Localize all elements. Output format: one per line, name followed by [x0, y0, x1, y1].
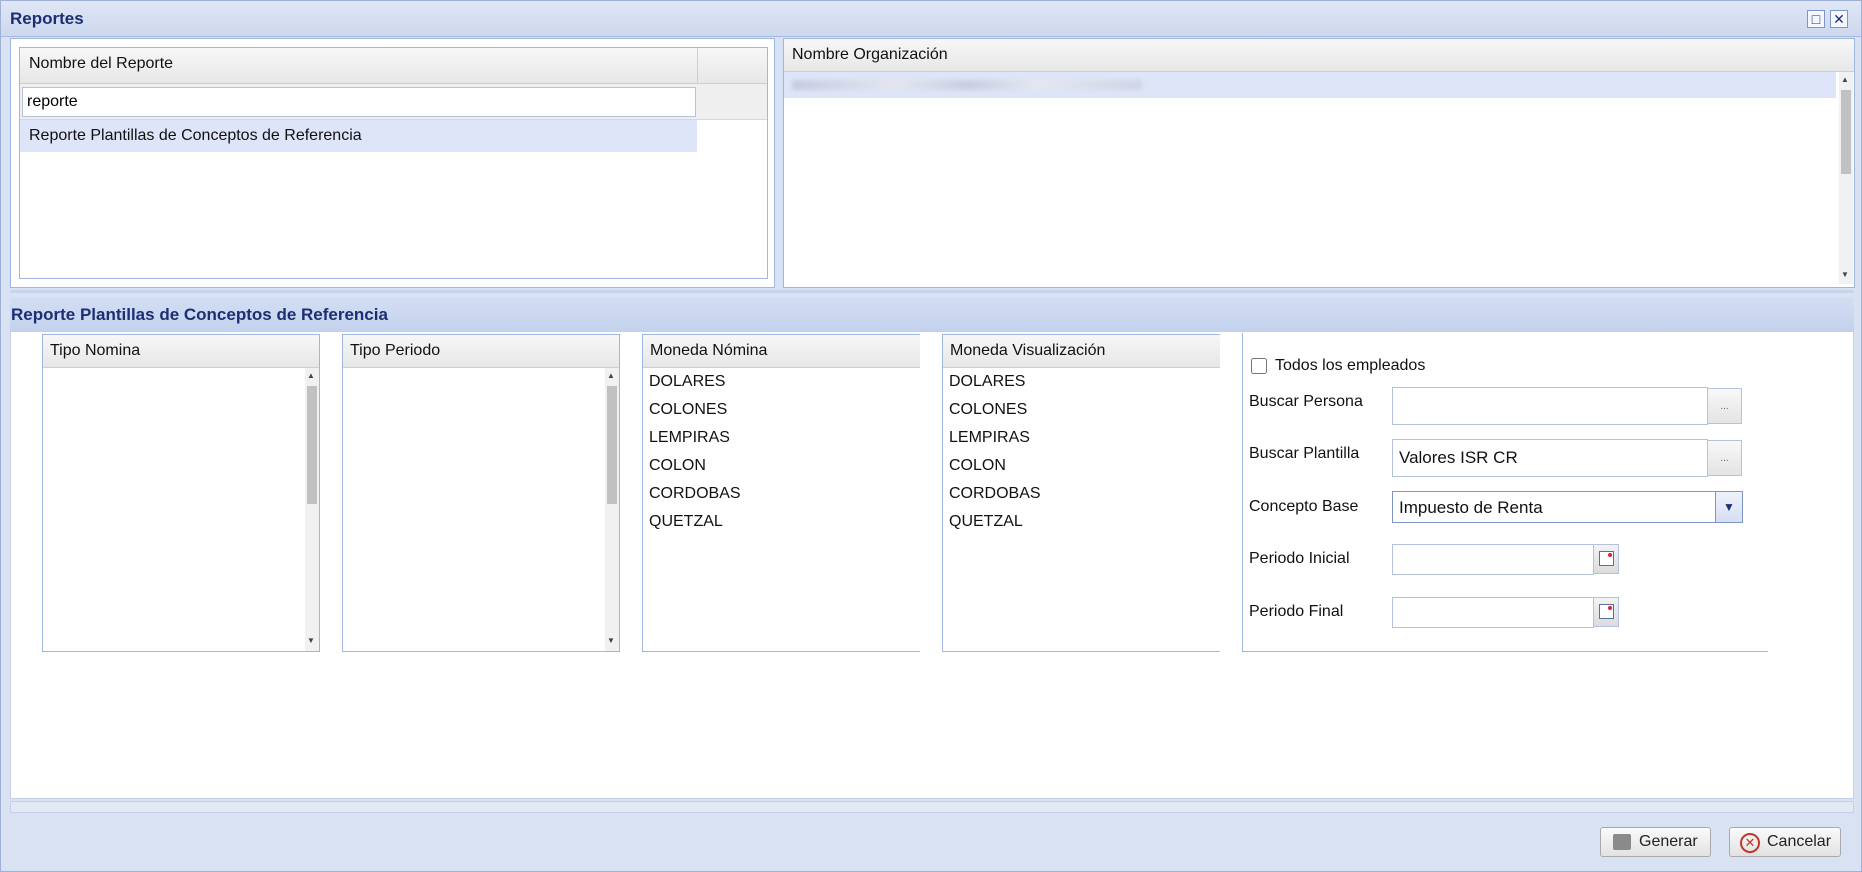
organizations-scrollbar[interactable]: ▲ ▼ — [1839, 72, 1853, 284]
maximize-icon[interactable]: □ — [1807, 10, 1825, 28]
periodo-final-input[interactable] — [1392, 597, 1594, 628]
list-item[interactable]: LEMPIRAS — [649, 429, 730, 447]
report-name-cell: Reporte Plantillas de Conceptos de Refer… — [29, 127, 362, 144]
list-item[interactable]: COLONES — [949, 401, 1027, 419]
organizations-column-header[interactable]: Nombre Organización — [784, 39, 1854, 72]
list-item[interactable]: LEMPIRAS — [949, 429, 1030, 447]
printer-icon — [1613, 834, 1631, 850]
list-item[interactable]: DOLARES — [649, 373, 725, 391]
generar-button[interactable]: Generar — [1600, 827, 1711, 857]
tipo-nomina-scrollbar[interactable]: ▲ ▼ — [305, 368, 319, 651]
tipo-periodo-list[interactable]: Tipo Periodo ▲ ▼ — [342, 334, 620, 652]
moneda-nomina-header: Moneda Nómina — [643, 335, 920, 368]
buscar-plantilla-input[interactable]: Valores ISR CR — [1392, 439, 1708, 477]
reports-grid: Nombre del Reporte Reporte Plantillas de… — [19, 47, 768, 279]
scroll-down-icon[interactable]: ▼ — [607, 636, 615, 645]
tipo-nomina-header: Tipo Nomina — [43, 335, 319, 368]
reports-panel: Nombre del Reporte Reporte Plantillas de… — [10, 38, 775, 288]
scroll-down-icon[interactable]: ▼ — [1841, 270, 1849, 279]
list-item[interactable]: DOLARES — [949, 373, 1025, 391]
redacted-organization-name — [792, 80, 1142, 90]
buscar-persona-label: Buscar Persona — [1249, 393, 1363, 410]
scrollbar-thumb[interactable] — [1841, 90, 1851, 174]
concepto-base-value: Impuesto de Renta — [1399, 498, 1543, 517]
buscar-plantilla-label: Buscar Plantilla — [1249, 445, 1360, 462]
scroll-up-icon[interactable]: ▲ — [607, 371, 615, 380]
buscar-plantilla-button[interactable]: ... — [1707, 440, 1742, 476]
table-row[interactable]: Reporte Plantillas de Conceptos de Refer… — [20, 120, 697, 152]
list-item[interactable]: COLONES — [649, 401, 727, 419]
moneda-visualizacion-list: Moneda Visualización DOLARES COLONES LEM… — [942, 334, 1220, 652]
tipo-nomina-list[interactable]: Tipo Nomina ▲ ▼ — [42, 334, 320, 652]
reports-filter-input[interactable] — [22, 87, 696, 117]
scrollbar-thumb[interactable] — [307, 386, 317, 504]
periodo-final-label: Periodo Final — [1249, 603, 1344, 620]
moneda-nomina-header-label: Moneda Nómina — [650, 342, 768, 359]
periodo-inicial-label: Periodo Inicial — [1249, 550, 1350, 567]
moneda-visualizacion-header: Moneda Visualización — [943, 335, 1220, 368]
calendar-icon — [1599, 551, 1614, 566]
bottom-scrollbar[interactable] — [10, 801, 1854, 813]
moneda-visualizacion-header-label: Moneda Visualización — [950, 342, 1106, 359]
list-item[interactable]: COLON — [649, 457, 706, 475]
reports-filter-row — [20, 84, 767, 120]
scroll-up-icon[interactable]: ▲ — [1841, 75, 1849, 84]
section-header: Reporte Plantillas de Conceptos de Refer… — [10, 297, 1854, 331]
buscar-persona-input[interactable] — [1392, 387, 1708, 425]
generar-label: Generar — [1639, 833, 1698, 850]
moneda-nomina-list: Moneda Nómina DOLARES COLONES LEMPIRAS C… — [642, 334, 920, 652]
window-titlebar: Reportes □ ✕ — [1, 1, 1861, 37]
cancel-icon: ✕ — [1740, 833, 1760, 853]
calendar-icon — [1599, 604, 1614, 619]
table-row[interactable] — [784, 72, 1836, 98]
reports-column-header[interactable]: Nombre del Reporte — [20, 48, 767, 84]
splitter[interactable] — [10, 290, 1854, 293]
list-item[interactable]: QUETZAL — [949, 513, 1023, 531]
window-title: Reportes — [10, 9, 84, 28]
scroll-down-icon[interactable]: ▼ — [307, 636, 315, 645]
list-item[interactable]: QUETZAL — [649, 513, 723, 531]
tipo-periodo-scrollbar[interactable]: ▲ ▼ — [605, 368, 619, 651]
tipo-periodo-header-label: Tipo Periodo — [350, 342, 441, 359]
organizations-grid: Nombre Organización ▲ ▼ — [783, 38, 1855, 288]
reportes-window: Reportes □ ✕ Nombre del Reporte Reporte … — [0, 0, 1862, 872]
periodo-final-calendar-button[interactable] — [1593, 597, 1619, 627]
scrollbar-thumb[interactable] — [607, 386, 617, 504]
chevron-down-icon[interactable]: ▼ — [1715, 491, 1743, 523]
section-title: Reporte Plantillas de Conceptos de Refer… — [11, 305, 388, 324]
periodo-inicial-input[interactable] — [1392, 544, 1594, 575]
list-item[interactable]: CORDOBAS — [649, 485, 741, 503]
todos-empleados-label: Todos los empleados — [1275, 357, 1426, 374]
tipo-nomina-header-label: Tipo Nomina — [50, 342, 141, 359]
cancelar-label: Cancelar — [1767, 833, 1832, 850]
concepto-base-select[interactable]: Impuesto de Renta — [1392, 491, 1716, 523]
todos-empleados-checkbox[interactable] — [1251, 358, 1267, 374]
tipo-periodo-header: Tipo Periodo — [343, 335, 619, 368]
close-icon[interactable]: ✕ — [1830, 10, 1848, 28]
scroll-up-icon[interactable]: ▲ — [307, 371, 315, 380]
reports-column-label: Nombre del Reporte — [29, 55, 174, 72]
list-item[interactable]: CORDOBAS — [949, 485, 1041, 503]
organizations-column-label: Nombre Organización — [792, 46, 948, 63]
cancelar-button[interactable]: ✕ Cancelar — [1729, 827, 1841, 857]
concepto-base-label: Concepto Base — [1249, 498, 1359, 515]
column-divider — [697, 48, 698, 84]
periodo-inicial-calendar-button[interactable] — [1593, 544, 1619, 574]
buscar-persona-button[interactable]: ... — [1707, 388, 1742, 424]
list-item[interactable]: COLON — [949, 457, 1006, 475]
